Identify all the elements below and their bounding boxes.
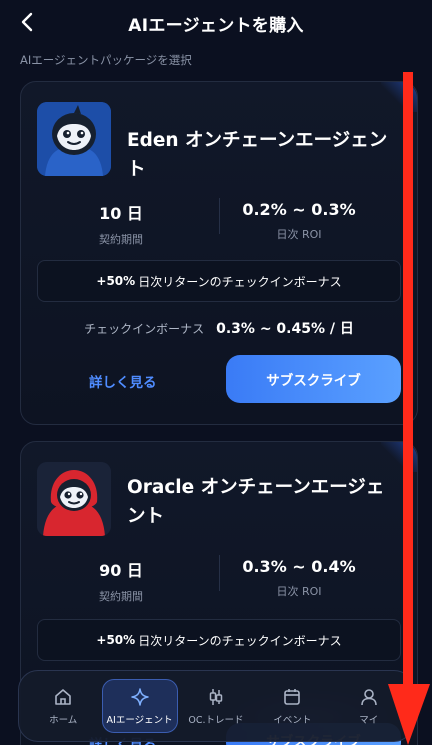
contract-period-value: 10 日 <box>99 204 143 223</box>
orca-mascot-icon <box>37 102 111 176</box>
nav-item-oc-trade[interactable]: OC.トレード <box>178 679 254 733</box>
back-button[interactable] <box>14 9 40 35</box>
candlestick-icon <box>209 688 223 705</box>
contract-period-label: 契約期間 <box>99 233 143 246</box>
nav-label: OC.トレード <box>188 714 244 726</box>
contract-period-value: 90 日 <box>99 561 143 580</box>
bottom-navigation: ホーム AIエージェント OC.トレード イベント マイ <box>18 670 414 742</box>
contract-period-stat: 90 日 契約期間 <box>21 557 221 604</box>
bonus-percent: +50% <box>96 274 136 288</box>
nav-label: マイ <box>359 714 379 726</box>
section-label: AIエージェントパッケージを選択 <box>20 53 192 67</box>
checkin-bonus-banner: +50% 日次リターンのチェックインボーナス <box>37 260 401 302</box>
agent-avatar <box>37 102 111 176</box>
orca-mascot-red-hoodie-icon <box>37 462 111 536</box>
agent-name: Oracle オンチェーンエージェント <box>127 477 385 527</box>
home-icon <box>55 688 71 705</box>
subscribe-button[interactable]: サブスクライブ <box>226 355 401 403</box>
nav-label: イベント <box>273 714 312 726</box>
nav-label: ホーム <box>49 714 78 726</box>
page-title: AIエージェントを購入 <box>128 15 304 36</box>
sparkle-icon <box>130 687 149 706</box>
user-icon <box>360 688 377 705</box>
chevron-left-icon <box>21 12 33 32</box>
daily-roi-label: 日次 ROI <box>276 228 322 241</box>
checkin-bonus-row: チェックインボーナス 0.3% ~ 0.45% / 日 <box>21 318 417 338</box>
daily-roi-value: 0.2% ~ 0.3% <box>242 200 356 219</box>
nav-label: AIエージェント <box>106 714 173 726</box>
view-details-link[interactable]: 詳しく見る <box>89 371 157 391</box>
agent-avatar <box>37 462 111 536</box>
bonus-percent: +50% <box>96 633 136 647</box>
checkin-bonus-banner: +50% 日次リターンのチェックインボーナス <box>37 619 401 661</box>
contract-period-stat: 10 日 契約期間 <box>21 200 221 247</box>
nav-item-event[interactable]: イベント <box>254 679 330 733</box>
nav-item-ai-agent[interactable]: AIエージェント <box>101 679 178 733</box>
agent-card-eden: Eden オンチェーンエージェント 10 日 契約期間 0.2% ~ 0.3% … <box>20 81 418 425</box>
daily-roi-stat: 0.3% ~ 0.4% 日次 ROI <box>199 557 399 599</box>
calendar-icon <box>284 688 301 705</box>
checkin-bonus-value: 0.3% ~ 0.45% / 日 <box>216 321 354 337</box>
header: AIエージェントを購入 <box>0 0 432 46</box>
card-corner-decoration <box>381 442 417 472</box>
daily-roi-value: 0.3% ~ 0.4% <box>242 557 356 576</box>
checkin-bonus-label: チェックインボーナス <box>84 321 205 336</box>
contract-period-label: 契約期間 <box>99 590 143 603</box>
daily-roi-label: 日次 ROI <box>276 585 322 598</box>
daily-roi-stat: 0.2% ~ 0.3% 日次 ROI <box>199 200 399 242</box>
card-corner-decoration <box>381 82 417 112</box>
nav-item-home[interactable]: ホーム <box>25 679 101 733</box>
agent-name: Eden オンチェーンエージェント <box>127 130 388 180</box>
bonus-text: 日次リターンのチェックインボーナス <box>138 274 342 289</box>
nav-item-my[interactable]: マイ <box>331 679 407 733</box>
bonus-text: 日次リターンのチェックインボーナス <box>138 633 342 648</box>
